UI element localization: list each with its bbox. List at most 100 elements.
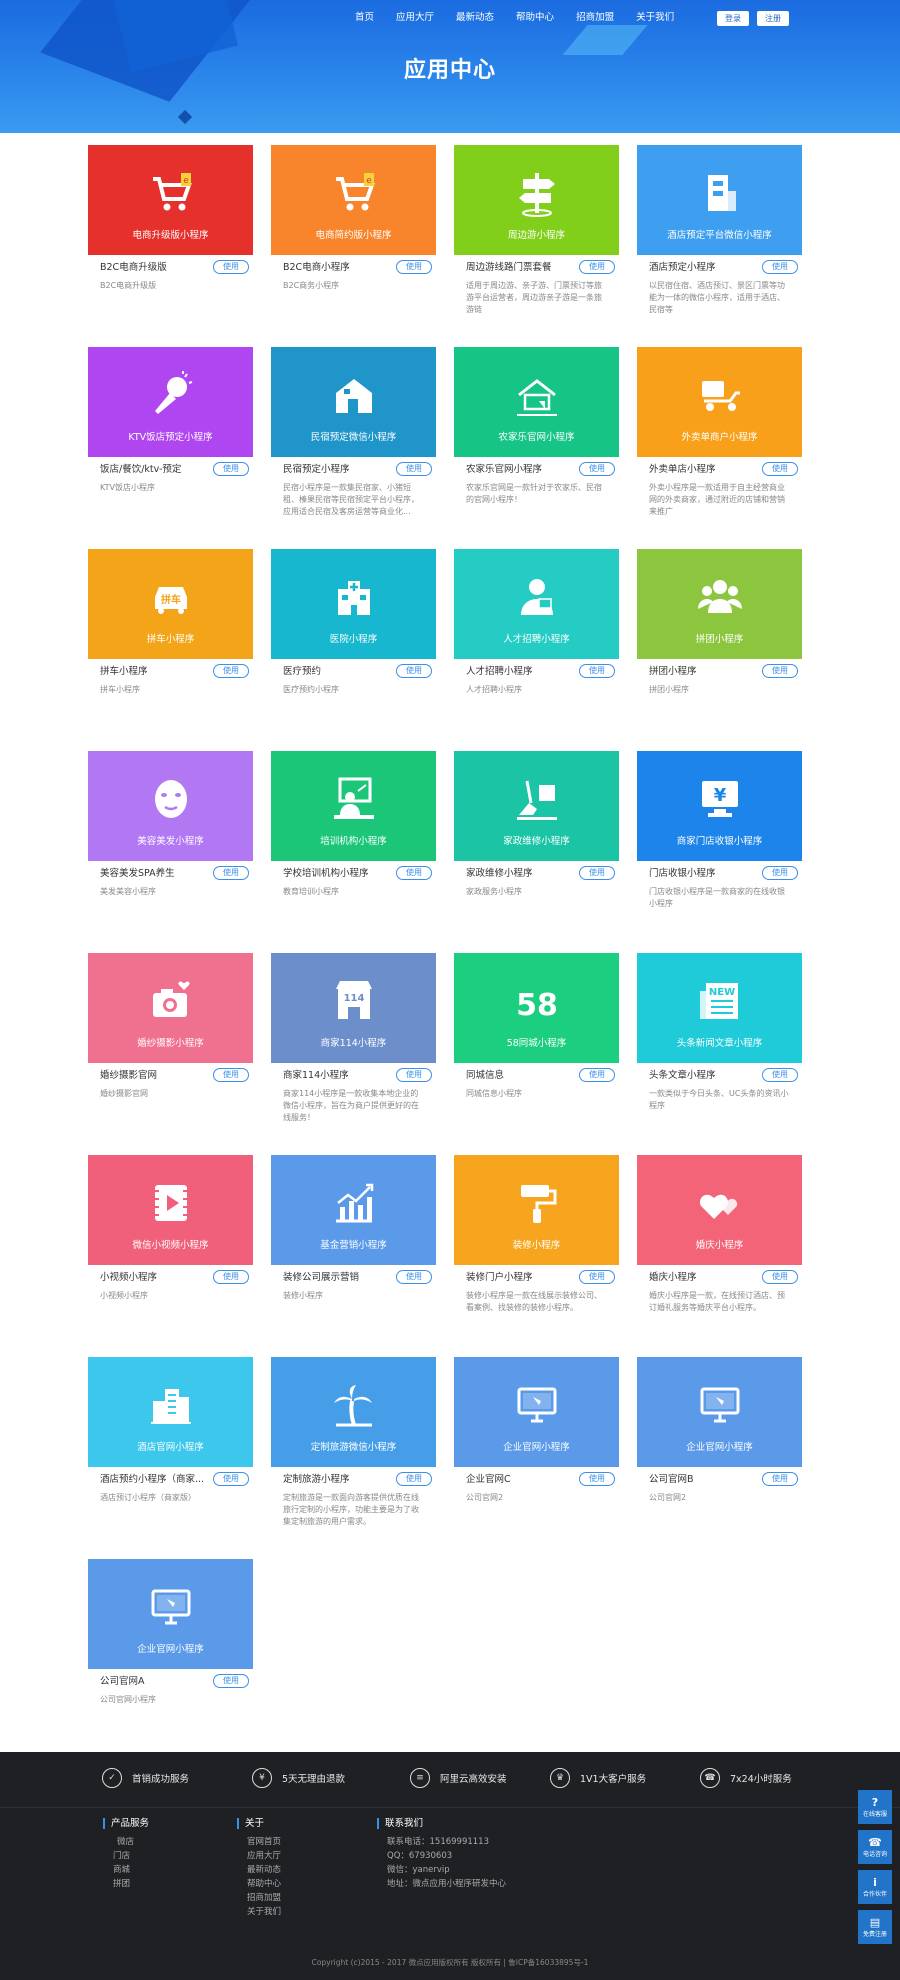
app-tile[interactable]: 微信小视频小程序: [88, 1155, 253, 1265]
app-tile[interactable]: 医院小程序: [271, 549, 436, 659]
app-tile[interactable]: ¥ 商家门店收银小程序: [637, 751, 802, 861]
footer-link[interactable]: 拼团: [103, 1877, 149, 1891]
app-name[interactable]: 门店收银小程序: [649, 867, 759, 880]
app-tile[interactable]: 外卖单商户小程序: [637, 347, 802, 457]
app-tile[interactable]: 定制旅游微信小程序: [271, 1357, 436, 1467]
app-name[interactable]: 民宿预定小程序: [283, 463, 393, 476]
use-button[interactable]: 使用: [213, 664, 249, 678]
app-name[interactable]: 同城信息: [466, 1069, 576, 1082]
footer-link[interactable]: 关于我们: [237, 1905, 281, 1919]
use-button[interactable]: 使用: [213, 1472, 249, 1486]
app-name[interactable]: 酒店预定小程序: [649, 261, 759, 274]
app-name[interactable]: 农家乐官网小程序: [466, 463, 576, 476]
use-button[interactable]: 使用: [579, 866, 615, 880]
use-button[interactable]: 使用: [396, 866, 432, 880]
app-tile[interactable]: 企业官网小程序: [454, 1357, 619, 1467]
footer-link[interactable]: 招商加盟: [237, 1891, 281, 1905]
nav-about[interactable]: 关于我们: [625, 12, 685, 24]
app-tile[interactable]: 企业官网小程序: [637, 1357, 802, 1467]
use-button[interactable]: 使用: [762, 1472, 798, 1486]
nav-app-hall[interactable]: 应用大厅: [385, 12, 445, 24]
use-button[interactable]: 使用: [579, 664, 615, 678]
app-name[interactable]: 人才招聘小程序: [466, 665, 576, 678]
side-button[interactable]: ☎ 电话咨询: [858, 1830, 892, 1864]
use-button[interactable]: 使用: [762, 1068, 798, 1082]
app-tile[interactable]: KTV饭店预定小程序: [88, 347, 253, 457]
footer-link[interactable]: 帮助中心: [237, 1877, 281, 1891]
app-tile[interactable]: 周边游小程序: [454, 145, 619, 255]
app-tile[interactable]: 民宿预定微信小程序: [271, 347, 436, 457]
app-tile[interactable]: NEW 头条新闻文章小程序: [637, 953, 802, 1063]
app-name[interactable]: B2C电商升级版: [100, 261, 210, 274]
use-button[interactable]: 使用: [213, 1068, 249, 1082]
app-name[interactable]: 公司官网B: [649, 1473, 759, 1486]
use-button[interactable]: 使用: [396, 1068, 432, 1082]
app-name[interactable]: 企业官网C: [466, 1473, 576, 1486]
app-tile[interactable]: e 电商简约版小程序: [271, 145, 436, 255]
app-name[interactable]: 拼车小程序: [100, 665, 210, 678]
side-button[interactable]: i 合作伙伴: [858, 1870, 892, 1904]
app-tile[interactable]: 培训机构小程序: [271, 751, 436, 861]
app-tile[interactable]: 基金营销小程序: [271, 1155, 436, 1265]
app-name[interactable]: 酒店预约小程序（商家...: [100, 1473, 210, 1486]
use-button[interactable]: 使用: [762, 260, 798, 274]
use-button[interactable]: 使用: [762, 664, 798, 678]
nav-home[interactable]: 首页: [344, 12, 385, 24]
app-tile[interactable]: 人才招聘小程序: [454, 549, 619, 659]
app-tile[interactable]: e 电商升级版小程序: [88, 145, 253, 255]
app-name[interactable]: 饭店/餐饮/ktv-预定: [100, 463, 210, 476]
app-name[interactable]: 装修公司展示营销: [283, 1271, 393, 1284]
app-name[interactable]: 婚纱摄影官网: [100, 1069, 210, 1082]
app-tile[interactable]: 58 58同城小程序: [454, 953, 619, 1063]
use-button[interactable]: 使用: [213, 260, 249, 274]
use-button[interactable]: 使用: [762, 1270, 798, 1284]
app-name[interactable]: 头条文章小程序: [649, 1069, 759, 1082]
use-button[interactable]: 使用: [579, 1472, 615, 1486]
app-name[interactable]: B2C电商小程序: [283, 261, 393, 274]
app-tile[interactable]: 114 商家114小程序: [271, 953, 436, 1063]
app-tile[interactable]: 婚纱摄影小程序: [88, 953, 253, 1063]
use-button[interactable]: 使用: [213, 1270, 249, 1284]
app-name[interactable]: 外卖单店小程序: [649, 463, 759, 476]
app-tile[interactable]: 拼车 拼车小程序: [88, 549, 253, 659]
login-button[interactable]: 登录: [717, 11, 749, 26]
footer-link[interactable]: 门店: [103, 1849, 149, 1863]
app-tile[interactable]: 婚庆小程序: [637, 1155, 802, 1265]
app-name[interactable]: 装修门户小程序: [466, 1271, 576, 1284]
app-tile[interactable]: 企业官网小程序: [88, 1559, 253, 1669]
use-button[interactable]: 使用: [396, 1270, 432, 1284]
app-tile[interactable]: 家政维修小程序: [454, 751, 619, 861]
use-button[interactable]: 使用: [579, 1068, 615, 1082]
footer-link[interactable]: 最新动态: [237, 1863, 281, 1877]
use-button[interactable]: 使用: [213, 462, 249, 476]
app-name[interactable]: 商家114小程序: [283, 1069, 393, 1082]
app-tile[interactable]: 酒店预定平台微信小程序: [637, 145, 802, 255]
use-button[interactable]: 使用: [396, 462, 432, 476]
footer-link[interactable]: 商城: [103, 1863, 149, 1877]
app-name[interactable]: 公司官网A: [100, 1675, 210, 1688]
use-button[interactable]: 使用: [396, 1472, 432, 1486]
app-name[interactable]: 婚庆小程序: [649, 1271, 759, 1284]
app-tile[interactable]: 美容美发小程序: [88, 751, 253, 861]
app-name[interactable]: 学校培训机构小程序: [283, 867, 393, 880]
app-tile[interactable]: 农家乐官网小程序: [454, 347, 619, 457]
app-name[interactable]: 周边游线路门票套餐: [466, 261, 576, 274]
use-button[interactable]: 使用: [762, 462, 798, 476]
nav-franchise[interactable]: 招商加盟: [565, 12, 625, 24]
app-name[interactable]: 医疗预约: [283, 665, 393, 678]
footer-link[interactable]: 微店: [103, 1835, 149, 1849]
nav-help[interactable]: 帮助中心: [505, 12, 565, 24]
use-button[interactable]: 使用: [762, 866, 798, 880]
use-button[interactable]: 使用: [213, 866, 249, 880]
app-name[interactable]: 小视频小程序: [100, 1271, 210, 1284]
use-button[interactable]: 使用: [213, 1674, 249, 1688]
app-name[interactable]: 拼团小程序: [649, 665, 759, 678]
use-button[interactable]: 使用: [396, 664, 432, 678]
use-button[interactable]: 使用: [579, 260, 615, 274]
side-button[interactable]: ▤ 免费注册: [858, 1910, 892, 1944]
app-name[interactable]: 美容美发SPA养生: [100, 867, 210, 880]
use-button[interactable]: 使用: [579, 1270, 615, 1284]
side-button[interactable]: ? 在线客服: [858, 1790, 892, 1824]
app-tile[interactable]: 装修小程序: [454, 1155, 619, 1265]
use-button[interactable]: 使用: [579, 462, 615, 476]
